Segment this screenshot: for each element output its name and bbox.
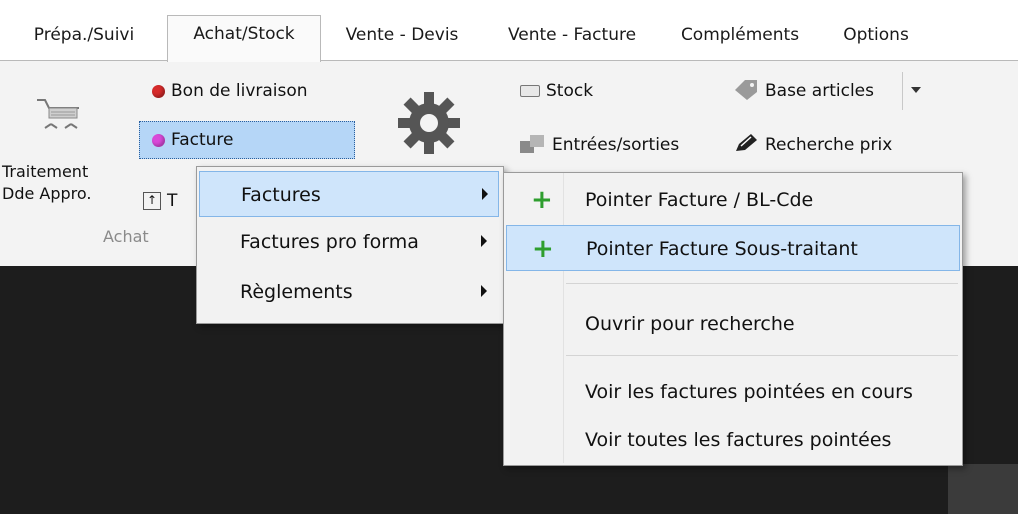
- entrees-sorties-button[interactable]: Entrées/sorties: [520, 132, 679, 158]
- traitement-dde-appro-button[interactable]: Traitement Dde Appro.: [0, 72, 118, 220]
- flyout-label-sous-traitant: Pointer Facture Sous-traitant: [586, 238, 858, 260]
- factures-flyout-menu: + Pointer Facture / BL-Cde + Pointer Fac…: [503, 172, 963, 466]
- partial-ribbon-button[interactable]: ↑ T: [143, 188, 177, 214]
- submenu-label-pro-forma: Factures pro forma: [240, 231, 419, 253]
- transfer-box-icon: ↑: [143, 192, 161, 210]
- cart-icon: [33, 86, 87, 140]
- plus-icon: +: [531, 185, 553, 215]
- flyout-item-pointer-facture-sous-traitant[interactable]: + Pointer Facture Sous-traitant: [506, 225, 960, 271]
- flyout-label-toutes: Voir toutes les factures pointées: [585, 429, 892, 451]
- facture-submenu: Factures Factures pro forma Règlements: [196, 166, 504, 324]
- entrees-sorties-label: Entrées/sorties: [552, 135, 680, 155]
- flyout-item-pointer-facture-bl-cde[interactable]: + Pointer Facture / BL-Cde: [506, 177, 958, 223]
- menu-separator: [566, 283, 958, 284]
- submenu-item-reglements[interactable]: Règlements: [199, 269, 499, 315]
- group-label-achat: Achat: [103, 227, 149, 246]
- flyout-item-voir-toutes-factures[interactable]: Voir toutes les factures pointées: [506, 417, 958, 463]
- flyout-item-ouvrir-recherche[interactable]: Ouvrir pour recherche: [506, 301, 958, 347]
- tab-vente-facture[interactable]: Vente - Facture: [486, 20, 658, 52]
- transfer-icon: [520, 135, 546, 155]
- facture-label: Facture: [171, 130, 234, 150]
- tab-options[interactable]: Options: [826, 20, 926, 52]
- submenu-label-reglements: Règlements: [240, 281, 353, 303]
- traitement-label-1: Traitement: [2, 162, 89, 181]
- base-articles-dropdown[interactable]: [902, 72, 928, 110]
- pen-icon: [733, 132, 759, 159]
- tab-achat-stock[interactable]: Achat/Stock: [167, 15, 321, 62]
- plus-icon: +: [532, 234, 554, 264]
- base-articles-button[interactable]: Base articles: [733, 78, 874, 104]
- chevron-right-icon: [482, 188, 488, 200]
- submenu-item-factures-pro-forma[interactable]: Factures pro forma: [199, 219, 499, 265]
- gear-icon: [394, 92, 464, 162]
- red-dot-icon: [152, 84, 165, 98]
- workspace-corner: [948, 464, 1018, 514]
- partial-label: T: [167, 191, 178, 211]
- chevron-right-icon: [481, 235, 487, 247]
- magenta-dot-icon: [152, 133, 165, 147]
- ribbon-tab-strip: Prépa./Suivi Achat/Stock Vente - Devis V…: [0, 0, 1018, 62]
- submenu-label-factures: Factures: [241, 184, 321, 206]
- traitement-label-2: Dde Appro.: [2, 184, 92, 203]
- submenu-item-factures[interactable]: Factures: [199, 171, 499, 217]
- flyout-label-pointer-bl: Pointer Facture / BL-Cde: [585, 189, 814, 211]
- base-articles-label: Base articles: [765, 81, 874, 101]
- chevron-right-icon: [481, 285, 487, 297]
- chevron-down-icon: [911, 87, 921, 93]
- recherche-prix-button[interactable]: Recherche prix: [733, 132, 892, 158]
- bon-de-livraison-button[interactable]: Bon de livraison: [152, 78, 308, 104]
- recherche-prix-label: Recherche prix: [765, 135, 893, 155]
- tab-complements[interactable]: Compléments: [668, 20, 812, 52]
- stock-label: Stock: [546, 81, 594, 101]
- flyout-label-ouvrir: Ouvrir pour recherche: [585, 313, 795, 335]
- stock-icon: [520, 85, 540, 97]
- settings-button[interactable]: [394, 88, 464, 158]
- tab-vente-devis[interactable]: Vente - Devis: [328, 20, 476, 52]
- stock-button[interactable]: Stock: [520, 78, 593, 104]
- bon-de-livraison-label: Bon de livraison: [171, 81, 308, 101]
- flyout-label-en-cours: Voir les factures pointées en cours: [585, 381, 913, 403]
- flyout-item-voir-factures-en-cours[interactable]: Voir les factures pointées en cours: [506, 369, 958, 415]
- tab-prepa-suivi[interactable]: Prépa./Suivi: [20, 20, 148, 52]
- menu-separator: [566, 355, 958, 356]
- tag-icon: [733, 78, 759, 105]
- facture-button[interactable]: Facture: [139, 121, 355, 159]
